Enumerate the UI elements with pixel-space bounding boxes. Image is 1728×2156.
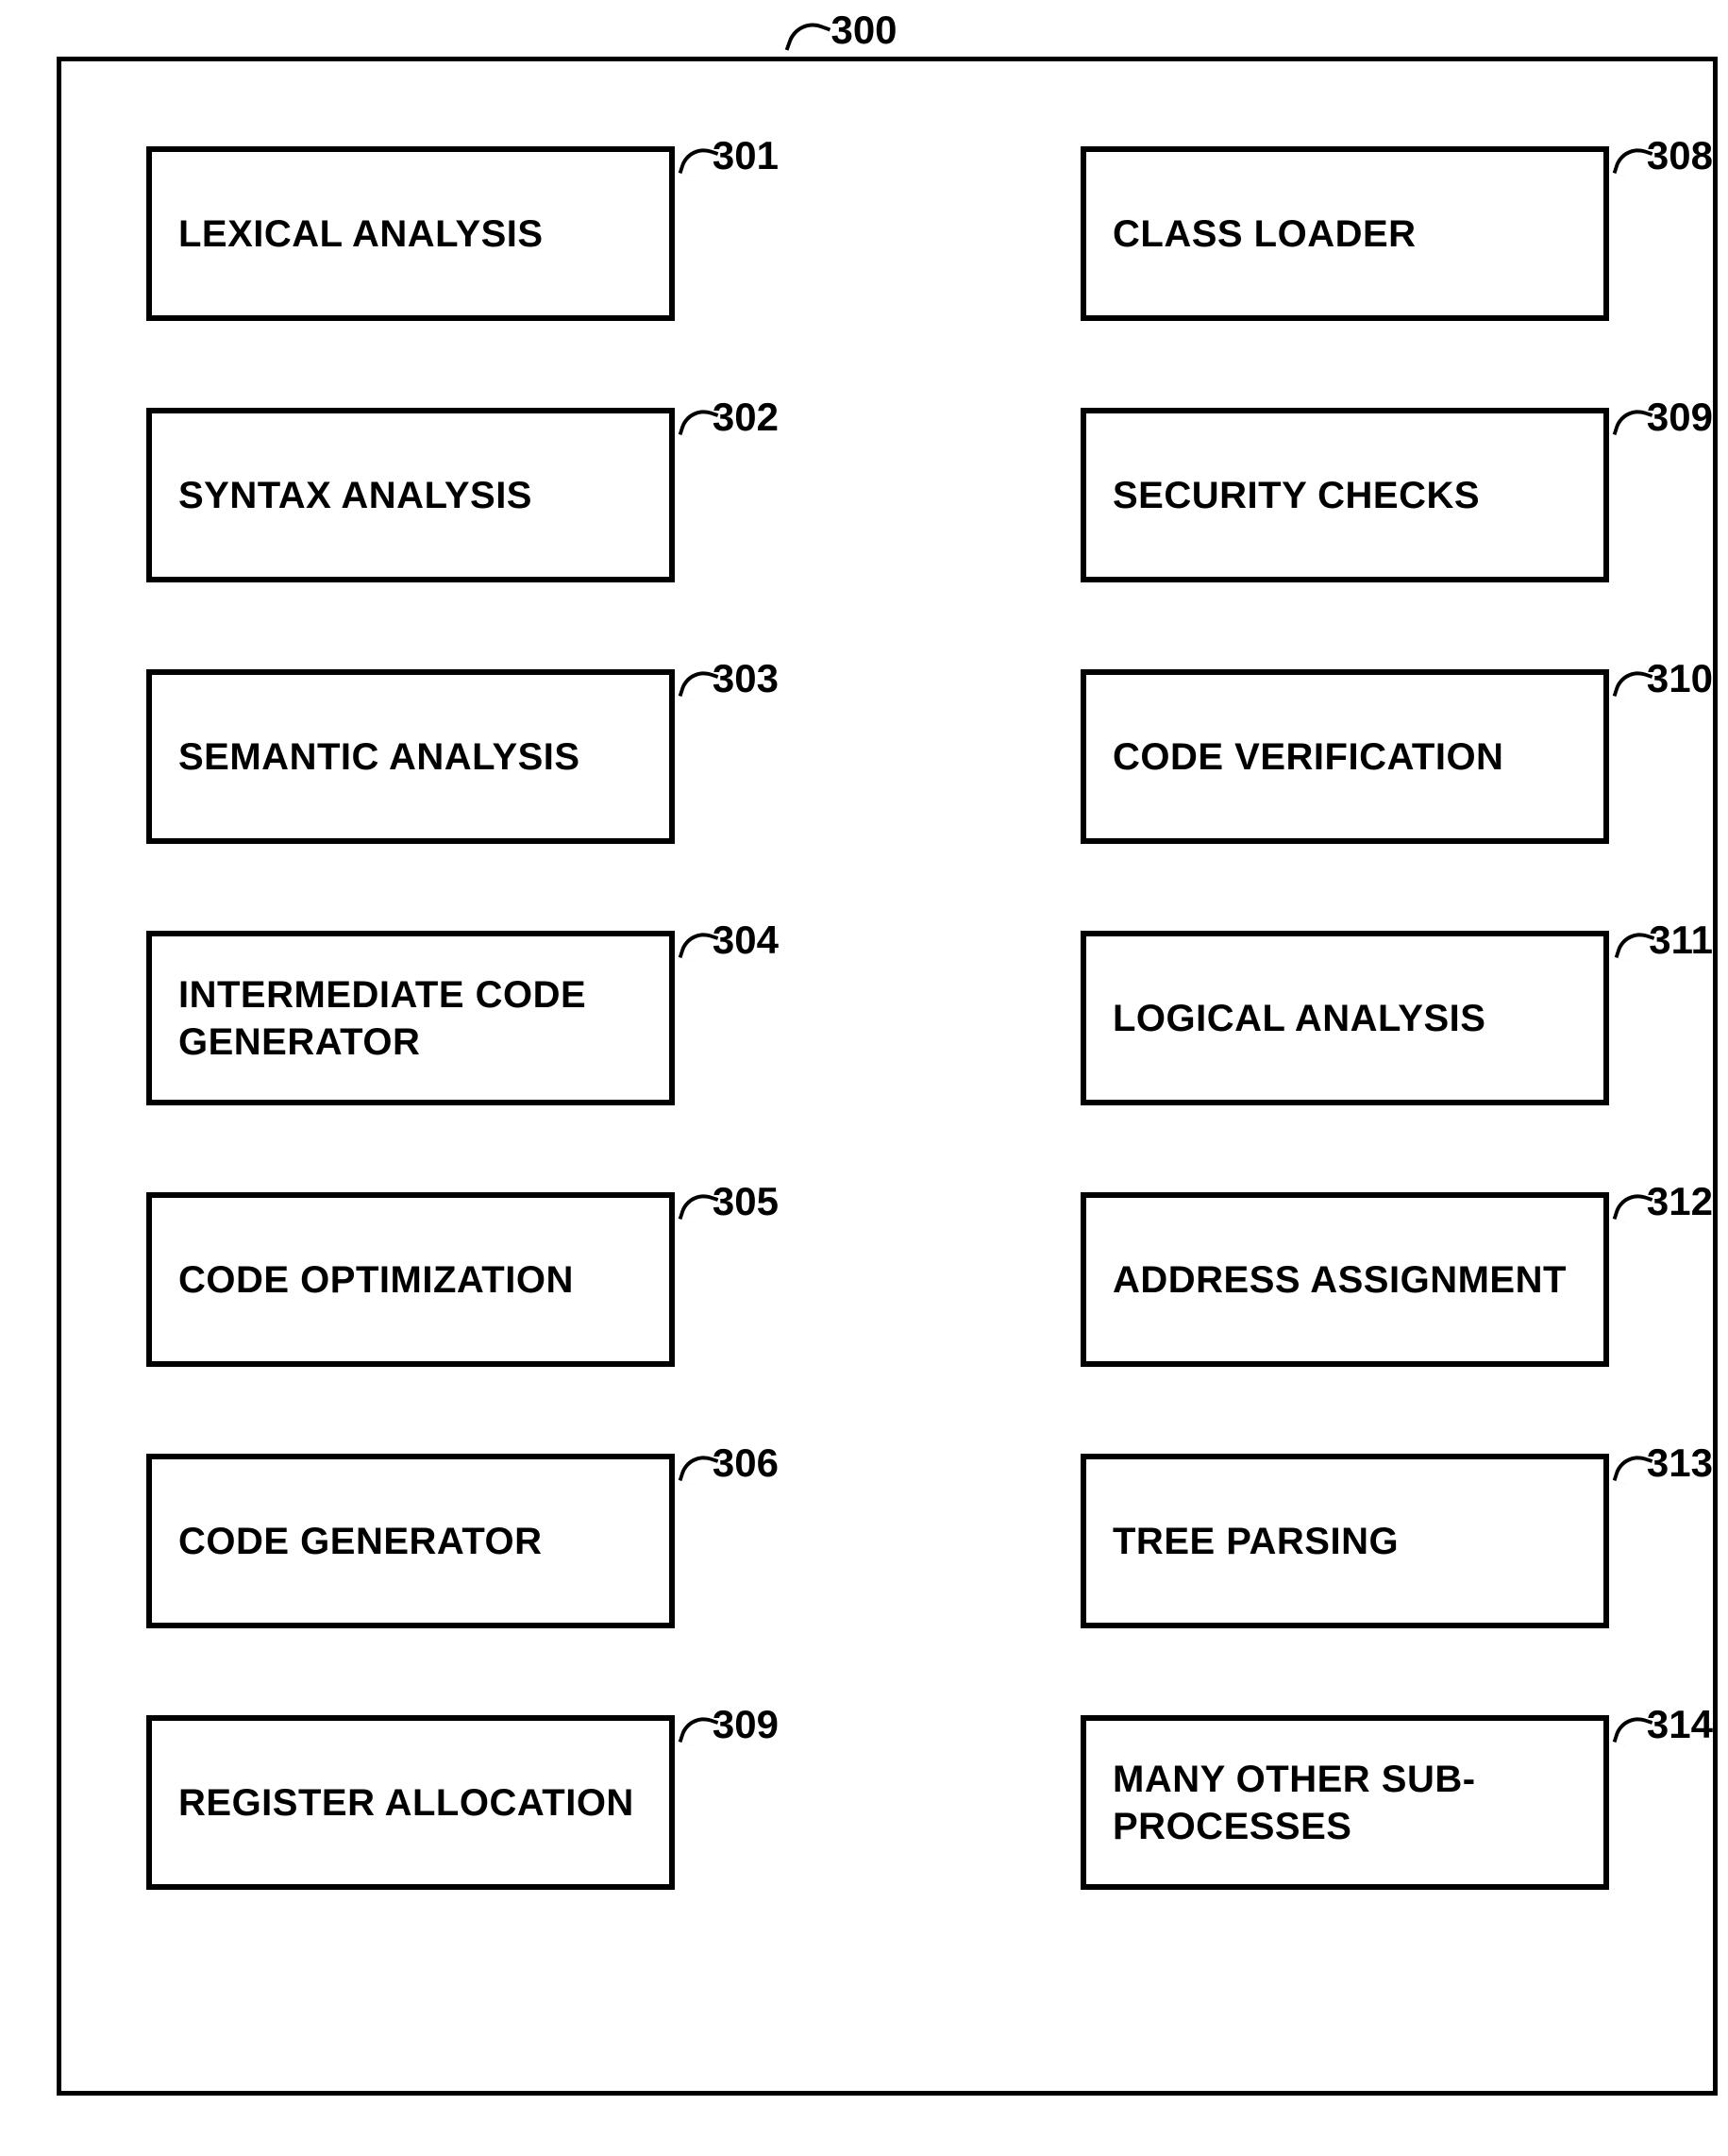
ref-number: 312 [1647,1179,1713,1224]
ref-number: 302 [713,395,779,440]
ref-number: 309 [713,1702,779,1747]
box-frame: SECURITY CHECKS [1081,408,1609,582]
ref-number: 309 [1647,395,1713,440]
box-label: LEXICAL ANALYSIS [178,211,544,258]
box-frame: REGISTER ALLOCATION [146,1715,675,1890]
ref-number: 306 [713,1440,779,1486]
right-column: CLASS LOADER 308 SECURITY CHECKS 309 COD… [1081,146,1609,1890]
process-box: REGISTER ALLOCATION 309 [146,1715,675,1890]
diagram-container: LEXICAL ANALYSIS 301 SYNTAX ANALYSIS 302… [57,57,1718,2096]
process-box: CODE VERIFICATION 310 [1081,669,1609,844]
box-frame: LEXICAL ANALYSIS [146,146,675,321]
process-box: TREE PARSING 313 [1081,1454,1609,1628]
box-frame: INTERMEDIATE CODE GENERATOR [146,931,675,1105]
box-label: CLASS LOADER [1113,211,1417,258]
box-label: CODE OPTIMIZATION [178,1256,574,1304]
box-label: INTERMEDIATE CODE GENERATOR [178,971,643,1066]
box-frame: MANY OTHER SUB-PROCESSES [1081,1715,1609,1890]
ref-number: 304 [713,918,779,963]
box-frame: CODE VERIFICATION [1081,669,1609,844]
ref-number: 308 [1647,133,1713,178]
process-box: SEMANTIC ANALYSIS 303 [146,669,675,844]
box-label: CODE VERIFICATION [1113,733,1503,781]
process-box: SECURITY CHECKS 309 [1081,408,1609,582]
box-label: SEMANTIC ANALYSIS [178,733,580,781]
ref-number: 305 [713,1179,779,1224]
columns-wrapper: LEXICAL ANALYSIS 301 SYNTAX ANALYSIS 302… [61,61,1713,1890]
box-frame: LOGICAL ANALYSIS [1081,931,1609,1105]
ref-number: 310 [1647,656,1713,701]
box-frame: CLASS LOADER [1081,146,1609,321]
process-box: CLASS LOADER 308 [1081,146,1609,321]
box-frame: CODE GENERATOR [146,1454,675,1628]
box-label: REGISTER ALLOCATION [178,1779,634,1827]
box-frame: ADDRESS ASSIGNMENT [1081,1192,1609,1367]
process-box: MANY OTHER SUB-PROCESSES 314 [1081,1715,1609,1890]
process-box: LOGICAL ANALYSIS 311 [1081,931,1609,1105]
box-label: TREE PARSING [1113,1518,1399,1565]
box-label: SECURITY CHECKS [1113,472,1480,519]
box-label: MANY OTHER SUB-PROCESSES [1113,1756,1577,1850]
ref-number: 301 [713,133,779,178]
ref-number: 313 [1647,1440,1713,1486]
box-label: LOGICAL ANALYSIS [1113,995,1485,1042]
box-label: SYNTAX ANALYSIS [178,472,532,519]
ref-number: 303 [713,656,779,701]
left-column: LEXICAL ANALYSIS 301 SYNTAX ANALYSIS 302… [146,146,675,1890]
process-box: CODE OPTIMIZATION 305 [146,1192,675,1367]
process-box: LEXICAL ANALYSIS 301 [146,146,675,321]
box-frame: CODE OPTIMIZATION [146,1192,675,1367]
box-frame: SEMANTIC ANALYSIS [146,669,675,844]
ref-number: 314 [1647,1702,1713,1747]
process-box: ADDRESS ASSIGNMENT 312 [1081,1192,1609,1367]
container-ref-label: 300 [823,8,904,53]
box-label: ADDRESS ASSIGNMENT [1113,1256,1567,1304]
process-box: SYNTAX ANALYSIS 302 [146,408,675,582]
box-label: CODE GENERATOR [178,1518,543,1565]
box-frame: SYNTAX ANALYSIS [146,408,675,582]
ref-number: 311 [1649,918,1713,963]
process-box: INTERMEDIATE CODE GENERATOR 304 [146,931,675,1105]
process-box: CODE GENERATOR 306 [146,1454,675,1628]
box-frame: TREE PARSING [1081,1454,1609,1628]
